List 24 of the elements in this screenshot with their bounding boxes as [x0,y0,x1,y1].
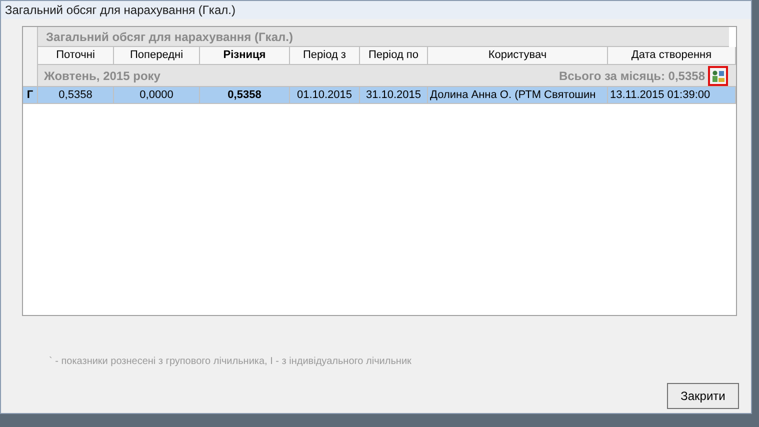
table-cell: 0,0000 [114,87,200,103]
table-cell: 31.10.2015 [360,87,428,103]
footnote: ` - показники рознесені з групового лічильника, І - з індивідуального лічильник [49,355,412,369]
column-header[interactable]: Період по [360,47,428,65]
column-header[interactable]: Період з [290,47,360,65]
table-cell: 0,5358 [200,87,290,103]
table-cell: 0,5358 [38,87,114,103]
close-button[interactable]: Закрити [667,383,739,409]
table-row[interactable]: Г 0,5358 0,0000 0,5358 01.10.2015 31.10.2015 Долина Анна О. (РТМ Святошин 13.11.2015 01:39:00 [23,87,736,104]
row-indicator-header [23,27,38,65]
window-title: Загальний обсяг для нарахування (Гкал.) [1,1,751,19]
table-cell: 01.10.2015 [290,87,360,103]
column-header[interactable]: Різниця [200,47,290,65]
export-button[interactable] [708,66,728,86]
people-icon [711,68,725,82]
table-cell: 13.11.2015 01:39:00 [608,87,736,103]
column-header[interactable]: Користувач [428,47,608,65]
column-header[interactable]: Поточні [38,47,114,65]
column-header[interactable]: Дата створення [608,47,736,65]
table-caption: Загальний обсяг для нарахування (Гкал.) [38,27,729,47]
group-total: Всього за місяць: 0,5358 [558,68,705,84]
column-header[interactable]: Попередні [114,47,200,65]
group-title: Жовтень, 2015 року [44,68,160,84]
table-cell: Долина Анна О. (РТМ Святошин [428,87,608,103]
